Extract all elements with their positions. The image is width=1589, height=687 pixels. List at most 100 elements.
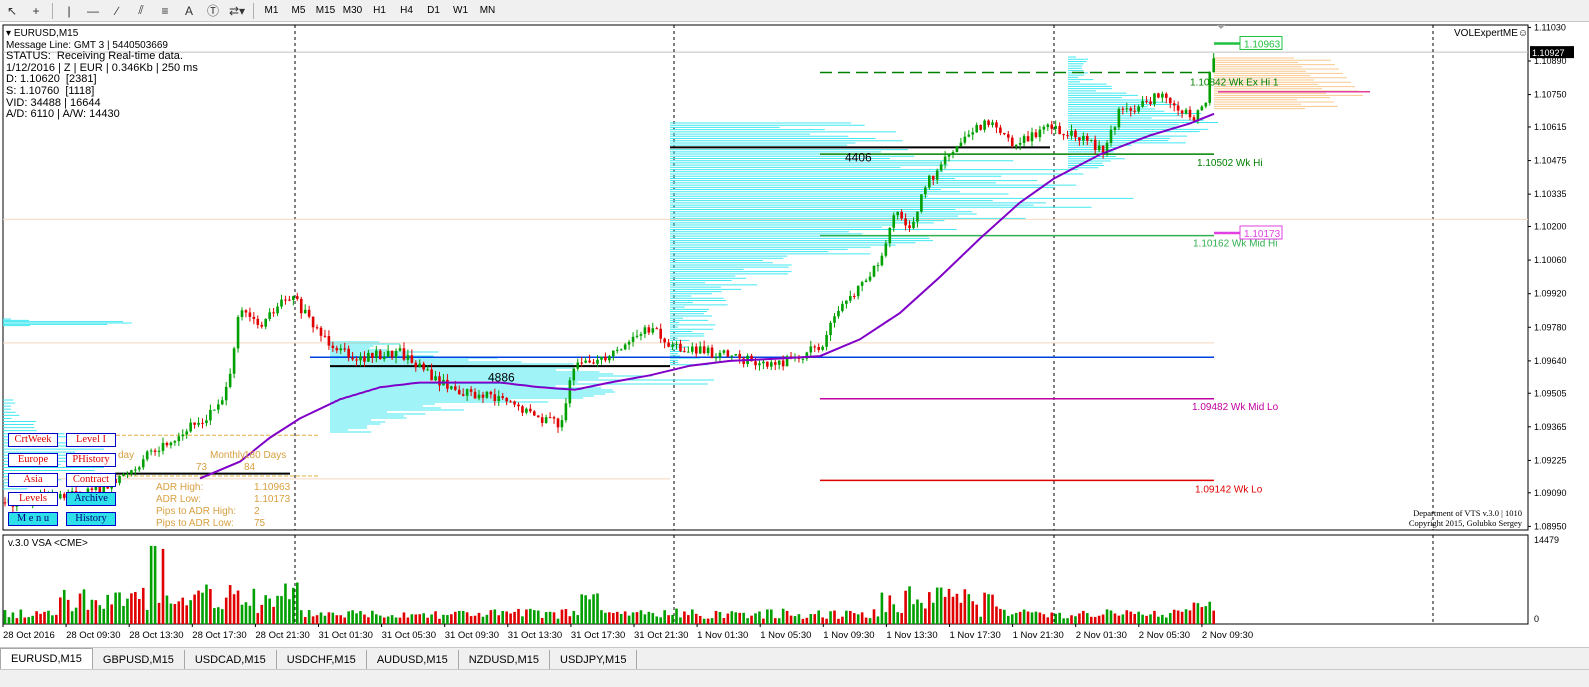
candle-body [1042, 126, 1046, 130]
volume-bar [797, 614, 801, 624]
candle-body [189, 422, 192, 432]
volume-bar [999, 608, 1002, 624]
channel-icon[interactable]: ⫽ [129, 1, 153, 21]
candle-body [509, 401, 512, 403]
crosshair-icon[interactable]: + [24, 1, 48, 21]
candle-body [730, 355, 734, 357]
arrows-icon[interactable]: ⇄▾ [225, 1, 249, 21]
history-button[interactable]: History [66, 512, 116, 526]
volume-bar [1165, 617, 1168, 624]
level-button[interactable]: Level I [66, 433, 116, 447]
volume-bar [600, 610, 603, 624]
price-label: 1.09640 [1534, 356, 1567, 366]
candle-body [860, 282, 864, 286]
volume-bar [398, 617, 402, 624]
volume-bar [1188, 610, 1192, 624]
cursor-icon[interactable]: ↖ [0, 1, 24, 21]
volume-bar [1018, 611, 1022, 624]
timeframe-m30[interactable]: M30 [339, 2, 366, 20]
timeframe-m15[interactable]: M15 [312, 2, 339, 20]
archive-button[interactable]: Archive [66, 492, 116, 506]
vertical-line-icon[interactable]: | [57, 1, 81, 21]
mid-tag-label: 1.10173 [1244, 229, 1281, 240]
candle-body [872, 265, 876, 277]
timeframe-m5[interactable]: M5 [285, 2, 312, 20]
asia-button[interactable]: Asia [8, 473, 58, 487]
chart-tabs: EURUSD,M15 GBPUSD,M15 USDCAD,M15 USDCHF,M15… [0, 647, 1589, 669]
candle-body [639, 334, 643, 336]
text-label-icon[interactable]: Ⓣ [201, 1, 225, 21]
volume-bar [651, 613, 655, 624]
timeframe-m1[interactable]: M1 [258, 2, 285, 20]
contract-button[interactable]: Contract [66, 473, 116, 487]
timeframe-h4[interactable]: H4 [393, 2, 420, 20]
menu-button[interactable]: M e n u [8, 512, 58, 526]
levels-button[interactable]: Levels [8, 492, 58, 506]
candle-body [363, 356, 366, 362]
volume-bar [165, 595, 169, 624]
tab-audusd-m15[interactable]: AUDUSD,M15 [367, 650, 459, 669]
timeframe-w1[interactable]: W1 [447, 2, 474, 20]
candle-body [726, 350, 730, 357]
volume-bar [904, 590, 907, 624]
fibonacci-icon[interactable]: ≡ [153, 1, 177, 21]
candle-body [706, 347, 710, 354]
candle-body [236, 317, 240, 349]
candle-body [1129, 108, 1133, 111]
timeframe-h1[interactable]: H1 [366, 2, 393, 20]
candle-body [1046, 124, 1050, 127]
phistory-button[interactable]: PHistory [66, 453, 116, 467]
time-label: 28 Oct 09:30 [66, 630, 120, 641]
volume-bar [730, 611, 734, 624]
volume-bar [860, 612, 864, 624]
volume-bar [110, 604, 113, 624]
candle-body [643, 327, 647, 335]
candle-body [908, 225, 911, 229]
candle-body [663, 338, 666, 343]
volume-bar [78, 593, 82, 624]
candle-body [205, 420, 208, 424]
candle-body [821, 346, 824, 350]
timeframe-mn[interactable]: MN [474, 2, 501, 20]
candle-body [773, 362, 777, 365]
candle-body [868, 276, 872, 281]
volume-bar [371, 610, 374, 624]
volume-bar [833, 610, 836, 624]
tab-gbpusd-m15[interactable]: GBPUSD,M15 [93, 650, 185, 669]
volume-bar [533, 610, 536, 624]
candle-body [533, 411, 536, 416]
candle-body [1093, 139, 1097, 151]
price-label: 1.09920 [1534, 289, 1567, 299]
candle-body [1208, 72, 1212, 103]
tab-eurusd-m15[interactable]: EURUSD,M15 [0, 648, 93, 669]
candle-body [1117, 108, 1121, 128]
tab-usdchf-m15[interactable]: USDCHF,M15 [277, 650, 367, 669]
chart-area[interactable]: 1.110301.108901.107501.106151.104751.103… [0, 22, 1589, 647]
candle-body [244, 310, 248, 313]
tab-usdcad-m15[interactable]: USDCAD,M15 [185, 650, 277, 669]
volume-bar [627, 615, 631, 624]
volume-bar [66, 599, 70, 624]
candle-body [691, 346, 694, 352]
candle-body [734, 354, 738, 356]
volume-bar [430, 614, 433, 624]
tab-usdjpy-m15[interactable]: USDJPY,M15 [550, 650, 638, 669]
text-icon[interactable]: A [177, 1, 201, 21]
tab-nzdusd-m15[interactable]: NZDUSD,M15 [459, 650, 551, 669]
crtweek-button[interactable]: CrtWeek [8, 433, 58, 447]
timeframe-d1[interactable]: D1 [420, 2, 447, 20]
dropdown-icon[interactable]: ▾ [6, 28, 11, 39]
trendline-icon[interactable]: ∕ [105, 1, 129, 21]
volume-bar [31, 615, 34, 624]
volume-bar [450, 614, 453, 624]
europe-button[interactable]: Europe [8, 453, 58, 467]
candle-body [864, 280, 868, 283]
volume-bar [138, 599, 141, 624]
candle-body [809, 346, 813, 353]
volume-bar [612, 613, 615, 624]
price-label: 1.09505 [1534, 388, 1567, 398]
candle-body [659, 328, 662, 339]
time-label: 1 Nov 09:30 [823, 630, 874, 641]
volume-bar [615, 611, 619, 624]
horizontal-line-icon[interactable]: — [81, 1, 105, 21]
